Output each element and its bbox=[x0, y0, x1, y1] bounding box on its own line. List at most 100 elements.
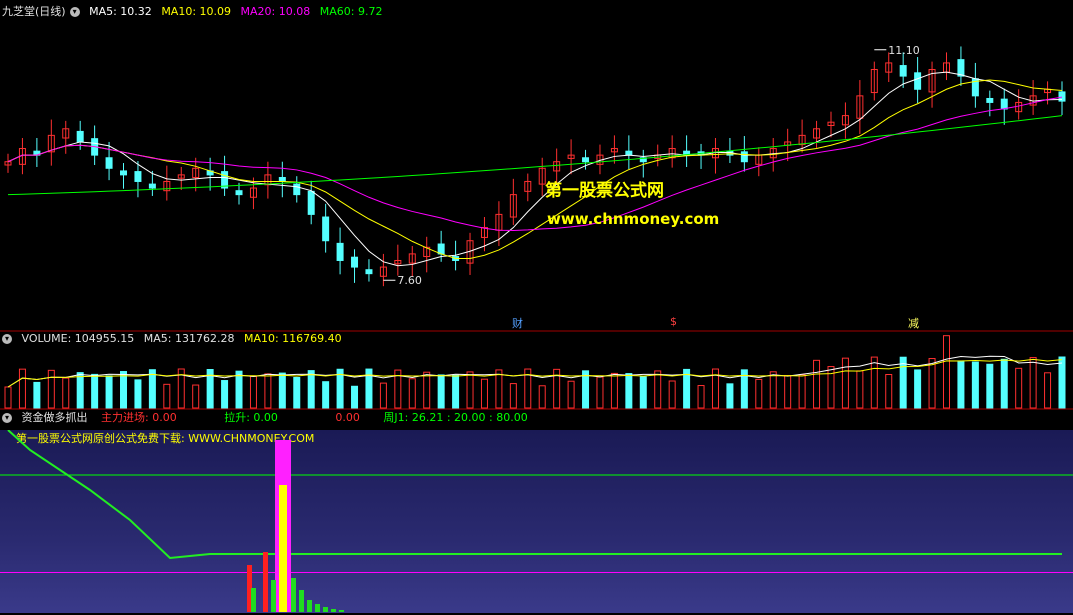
zhuli-signal-bar bbox=[279, 485, 287, 612]
volume-bar bbox=[408, 378, 416, 409]
candle bbox=[899, 65, 907, 77]
volume-bar bbox=[639, 376, 647, 409]
volume-bar bbox=[971, 361, 979, 409]
candle bbox=[322, 216, 330, 242]
volume-bar bbox=[726, 383, 734, 409]
price-chart: 11.10 7.60 bbox=[0, 44, 1073, 332]
volume-bar bbox=[466, 371, 474, 409]
volume-bar bbox=[379, 382, 387, 409]
indicator-title: 资金做多抓出 bbox=[21, 411, 88, 424]
extra-label: 0.00 bbox=[335, 411, 360, 424]
volume-bar bbox=[769, 371, 777, 409]
ma60-line bbox=[7, 115, 1063, 196]
volume-bar bbox=[351, 385, 359, 409]
indicator-bar bbox=[323, 607, 328, 612]
lasheng-label: 拉升: 0.00 bbox=[224, 411, 278, 424]
volume-bar bbox=[452, 374, 460, 409]
volume-bar bbox=[134, 379, 142, 409]
volume-bar bbox=[293, 376, 301, 409]
volume-bar bbox=[957, 360, 965, 409]
volume-bar bbox=[1058, 356, 1066, 409]
volume-bar bbox=[798, 374, 806, 409]
candle bbox=[307, 190, 315, 215]
candle bbox=[134, 171, 142, 182]
volume-bar bbox=[480, 378, 488, 409]
indicator-chart bbox=[0, 430, 1073, 612]
volume-bar bbox=[307, 370, 315, 409]
volume-bar bbox=[235, 370, 243, 409]
high-label: 11.10 bbox=[888, 44, 920, 57]
volume-bar bbox=[18, 368, 26, 409]
indicator-bar bbox=[315, 604, 320, 612]
volume-bar bbox=[249, 375, 257, 409]
event-marker-cai[interactable]: 财 bbox=[512, 315, 523, 331]
chevron-down-icon[interactable]: ▾ bbox=[2, 413, 12, 423]
candle bbox=[582, 157, 590, 163]
volume-bar bbox=[221, 380, 229, 409]
candle bbox=[105, 157, 113, 169]
volume-bar bbox=[91, 373, 99, 409]
indicator-bar bbox=[271, 580, 276, 612]
watermark-url: www.chnmoney.com bbox=[547, 210, 720, 228]
indicator-bar bbox=[291, 578, 296, 612]
volume-bar bbox=[120, 371, 128, 409]
volume-bar bbox=[264, 373, 272, 409]
volume-bar bbox=[1044, 372, 1052, 409]
volume-bar bbox=[697, 385, 705, 409]
volume-bar bbox=[841, 357, 849, 409]
volume-bar bbox=[899, 356, 907, 409]
candle bbox=[1000, 98, 1008, 110]
volume-bar bbox=[567, 380, 575, 409]
volume-bar bbox=[610, 372, 618, 409]
candle bbox=[351, 256, 359, 268]
candle bbox=[365, 269, 373, 275]
volume-bar bbox=[509, 383, 517, 409]
volume-bar bbox=[278, 372, 286, 409]
volume-bar bbox=[856, 370, 864, 409]
volume-bar bbox=[163, 383, 171, 409]
volume-bar bbox=[1000, 358, 1008, 409]
volume-bar bbox=[870, 356, 878, 409]
indicator-bar bbox=[307, 600, 312, 612]
volume-bar bbox=[582, 370, 590, 409]
volume-bar bbox=[423, 371, 431, 409]
volume-bar bbox=[942, 335, 950, 409]
volume-bar bbox=[62, 377, 70, 409]
ma20-line bbox=[7, 96, 1063, 232]
volume-bar bbox=[495, 369, 503, 409]
candle bbox=[740, 151, 748, 163]
volume-bar bbox=[625, 373, 633, 409]
candle bbox=[986, 97, 994, 103]
candle bbox=[235, 190, 243, 196]
ma10-line bbox=[7, 79, 1063, 260]
indicator-bar bbox=[331, 609, 336, 612]
candle bbox=[148, 183, 156, 189]
candle bbox=[336, 242, 344, 261]
volume-bar bbox=[986, 363, 994, 409]
volume-bar bbox=[755, 378, 763, 409]
indicator-bar bbox=[299, 590, 304, 612]
volume-bar bbox=[1029, 357, 1037, 409]
volume-bar bbox=[47, 369, 55, 409]
indicator-bar bbox=[263, 552, 268, 612]
indicator-bar bbox=[339, 610, 344, 612]
event-marker-dividend[interactable]: $ bbox=[670, 315, 677, 328]
zhou-j1-label: 周J1: 26.21 : 20.00 : 80.00 bbox=[383, 411, 528, 424]
volume-bar bbox=[784, 374, 792, 409]
volume-bar bbox=[76, 372, 84, 409]
volume-bar bbox=[437, 374, 445, 409]
ma5-line bbox=[7, 71, 1063, 267]
volume-bar bbox=[596, 376, 604, 409]
volume-chart bbox=[0, 335, 1073, 410]
volume-bar bbox=[654, 370, 662, 409]
indicator-bar bbox=[251, 588, 256, 612]
zhuli-label: 主力进场: 0.00 bbox=[101, 411, 177, 424]
event-marker-jian[interactable]: 减 bbox=[908, 315, 919, 331]
candle bbox=[293, 183, 301, 196]
candle bbox=[120, 170, 128, 176]
volume-bar bbox=[322, 381, 330, 409]
volume-bar bbox=[192, 384, 200, 409]
volume-bar bbox=[105, 375, 113, 409]
candle bbox=[437, 243, 445, 255]
candle bbox=[957, 59, 965, 77]
